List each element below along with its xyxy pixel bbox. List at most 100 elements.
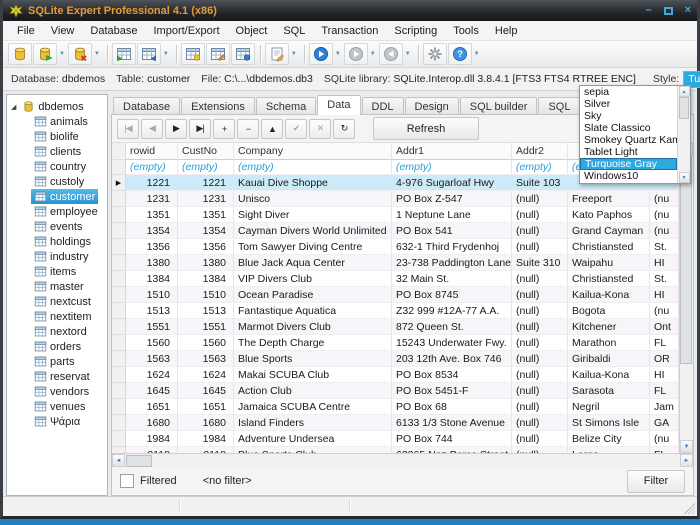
tree-item-events[interactable]: events bbox=[7, 219, 107, 234]
menu-item-database[interactable]: Database bbox=[82, 23, 145, 39]
menu-item-sql[interactable]: SQL bbox=[275, 23, 313, 39]
new-database-button[interactable] bbox=[8, 43, 32, 65]
grid-row-1680[interactable]: 16801680Island Finders6133 1/3 Stone Ave… bbox=[112, 415, 679, 431]
tree-item-country[interactable]: country bbox=[7, 159, 107, 174]
grid-row-1384[interactable]: 13841384VIP Divers Club32 Main St.(null)… bbox=[112, 271, 679, 287]
import-data-button[interactable] bbox=[112, 43, 136, 65]
edit-record-button[interactable]: ▲ bbox=[261, 119, 283, 139]
popup-scroll-down-icon[interactable]: ▼ bbox=[679, 172, 690, 183]
insert-record-button[interactable]: + bbox=[213, 119, 235, 139]
grid-row-1380[interactable]: 13801380Blue Jack Aqua Center23-738 Padd… bbox=[112, 255, 679, 271]
tree-item-customer[interactable]: customer bbox=[7, 189, 107, 204]
tree-item-venues[interactable]: venues bbox=[7, 399, 107, 414]
dropdown-arrow-icon[interactable]: ▼ bbox=[291, 51, 297, 57]
open-database-button[interactable] bbox=[33, 43, 57, 65]
tab-sql-builder[interactable]: SQL builder bbox=[460, 97, 538, 114]
tab-extensions[interactable]: Extensions bbox=[181, 97, 255, 114]
menu-item-help[interactable]: Help bbox=[487, 23, 526, 39]
prior-record-button[interactable]: ◀ bbox=[141, 119, 163, 139]
grid-row-1356[interactable]: 13561356Tom Sawyer Diving Centre632-1 Th… bbox=[112, 239, 679, 255]
filter-cell[interactable]: (empty) bbox=[392, 160, 512, 175]
menu-item-transaction[interactable]: Transaction bbox=[313, 23, 386, 39]
filter-cell[interactable]: (empty) bbox=[178, 160, 234, 175]
popup-scroll-up-icon[interactable]: ▲ bbox=[679, 86, 690, 97]
style-option-sky[interactable]: Sky bbox=[580, 110, 677, 122]
tree-item-clients[interactable]: clients bbox=[7, 144, 107, 159]
grid-row-1231[interactable]: 12311231UniscoPO Box Z-547(null)Freeport… bbox=[112, 191, 679, 207]
filter-button[interactable]: Filter bbox=[627, 470, 685, 493]
dropdown-arrow-icon[interactable]: ▼ bbox=[163, 51, 169, 57]
tree-item-nextcust[interactable]: nextcust bbox=[7, 294, 107, 309]
filtered-checkbox[interactable] bbox=[120, 474, 134, 488]
style-option-slate-classico[interactable]: Slate Classico bbox=[580, 122, 677, 134]
tree-item-dbdemos[interactable]: ◢dbdemos bbox=[7, 99, 107, 114]
close-button[interactable]: × bbox=[685, 5, 691, 16]
scroll-left-icon[interactable]: ◄ bbox=[112, 454, 125, 467]
tab-data[interactable]: Data bbox=[317, 95, 360, 115]
grid-row-1513[interactable]: 15131513Fantastique AquaticaZ32 999 #12A… bbox=[112, 303, 679, 319]
horizontal-scroll-thumb[interactable] bbox=[126, 455, 152, 467]
dropdown-arrow-icon[interactable]: ▼ bbox=[370, 51, 376, 57]
tree-item-parts[interactable]: parts bbox=[7, 354, 107, 369]
tree-item-ψάρια[interactable]: Ψάρια bbox=[7, 414, 107, 429]
style-option-turquoise-gray[interactable]: Turquoise Gray bbox=[580, 158, 677, 170]
tree-item-items[interactable]: items bbox=[7, 264, 107, 279]
delete-record-button[interactable]: − bbox=[237, 119, 259, 139]
menu-item-import-export[interactable]: Import/Export bbox=[145, 23, 227, 39]
dropdown-arrow-icon[interactable]: ▼ bbox=[405, 51, 411, 57]
new-sql-tab-button[interactable] bbox=[265, 43, 289, 65]
style-option-silver[interactable]: Silver bbox=[580, 98, 677, 110]
minimize-button[interactable]: – bbox=[645, 5, 651, 16]
tree-item-industry[interactable]: industry bbox=[7, 249, 107, 264]
cancel-edit-button[interactable]: ✕ bbox=[309, 119, 331, 139]
style-option-tablet-light[interactable]: Tablet Light bbox=[580, 146, 677, 158]
last-record-button[interactable]: ▶| bbox=[189, 119, 211, 139]
style-option-windows10[interactable]: Windows10 bbox=[580, 170, 677, 182]
tree-item-vendors[interactable]: vendors bbox=[7, 384, 107, 399]
execute-previous-button[interactable] bbox=[379, 43, 403, 65]
close-database-button[interactable] bbox=[68, 43, 92, 65]
help-button[interactable]: ? bbox=[448, 43, 472, 65]
grid-row-1510[interactable]: 15101510Ocean ParadisePO Box 8745(null)K… bbox=[112, 287, 679, 303]
dropdown-arrow-icon[interactable]: ▼ bbox=[474, 51, 480, 57]
tree-item-custoly[interactable]: custoly bbox=[7, 174, 107, 189]
style-option-sepia[interactable]: sepia bbox=[580, 86, 677, 98]
scroll-right-icon[interactable]: ► bbox=[680, 454, 693, 467]
grid-row-1563[interactable]: 15631563Blue Sports203 12th Ave. Box 746… bbox=[112, 351, 679, 367]
column-header-rowid[interactable]: rowid bbox=[126, 143, 178, 160]
grid-row-1645[interactable]: 16451645Action ClubPO Box 5451-F(null)Sa… bbox=[112, 383, 679, 399]
first-record-button[interactable]: |◀ bbox=[117, 119, 139, 139]
refresh-records-button[interactable]: ↻ bbox=[333, 119, 355, 139]
tab-design[interactable]: Design bbox=[405, 97, 459, 114]
tree-item-holdings[interactable]: holdings bbox=[7, 234, 107, 249]
execute-sql-button[interactable] bbox=[309, 43, 333, 65]
menu-item-scripting[interactable]: Scripting bbox=[386, 23, 445, 39]
tab-sql[interactable]: SQL bbox=[538, 97, 580, 114]
maximize-button[interactable] bbox=[664, 7, 673, 15]
scroll-down-icon[interactable]: ▼ bbox=[680, 440, 693, 453]
menu-item-tools[interactable]: Tools bbox=[445, 23, 487, 39]
vertical-scroll-thumb[interactable] bbox=[680, 156, 692, 364]
post-edit-button[interactable]: ✔ bbox=[285, 119, 307, 139]
tree-item-orders[interactable]: orders bbox=[7, 339, 107, 354]
tab-ddl[interactable]: DDL bbox=[362, 97, 404, 114]
dropdown-arrow-icon[interactable]: ▼ bbox=[335, 51, 341, 57]
grid-row-1624[interactable]: 16241624Makai SCUBA ClubPO Box 8534(null… bbox=[112, 367, 679, 383]
resize-grip-icon[interactable] bbox=[684, 503, 695, 514]
tree-item-master[interactable]: master bbox=[7, 279, 107, 294]
filter-cell[interactable]: (empty) bbox=[512, 160, 568, 175]
column-header-addr2[interactable]: Addr2 bbox=[512, 143, 568, 160]
grid-row-1651[interactable]: 16511651Jamaica SCUBA CentrePO Box 68(nu… bbox=[112, 399, 679, 415]
column-header-addr1[interactable]: Addr1 bbox=[392, 143, 512, 160]
tree-item-reservat[interactable]: reservat bbox=[7, 369, 107, 384]
style-option-smokey-quartz-kamri[interactable]: Smokey Quartz Kamri bbox=[580, 134, 677, 146]
menu-item-view[interactable]: View bbox=[43, 23, 83, 39]
tree-item-employee[interactable]: employee bbox=[7, 204, 107, 219]
grid-row-1354[interactable]: 13541354Cayman Divers World UnlimitedPO … bbox=[112, 223, 679, 239]
menu-item-object[interactable]: Object bbox=[228, 23, 276, 39]
filter-cell[interactable]: (empty) bbox=[126, 160, 178, 175]
new-view-button[interactable] bbox=[231, 43, 255, 65]
tab-schema[interactable]: Schema bbox=[256, 97, 316, 114]
grid-row-1351[interactable]: 13511351Sight Diver1 Neptune Lane(null)K… bbox=[112, 207, 679, 223]
column-header-company[interactable]: Company bbox=[234, 143, 392, 160]
